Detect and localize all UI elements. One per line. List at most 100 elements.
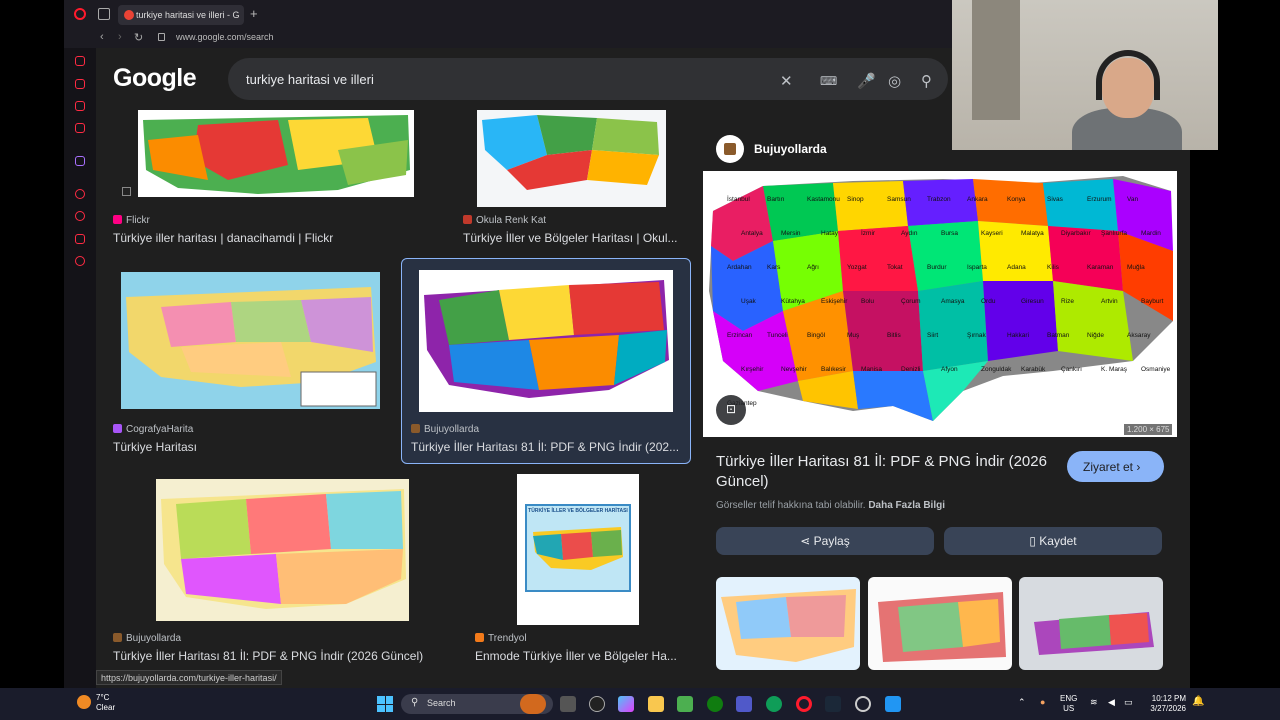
province-label: Erzincan bbox=[727, 332, 753, 339]
result-title-5[interactable]: Türkiye İller Haritası 81 İl: PDF & PNG … bbox=[113, 649, 443, 663]
forward-icon[interactable]: › bbox=[118, 31, 122, 43]
copilot-icon[interactable] bbox=[618, 696, 634, 712]
weather-icon[interactable] bbox=[77, 695, 91, 709]
result-title-4[interactable]: Türkiye İller Haritası 81 İl: PDF & PNG … bbox=[411, 440, 681, 454]
province-label: Kayseri bbox=[981, 230, 1003, 237]
trendyol-favicon-icon bbox=[475, 633, 484, 642]
province-label: Konya bbox=[1007, 196, 1026, 203]
related-image-2[interactable] bbox=[868, 577, 1012, 670]
opera-logo-icon[interactable] bbox=[74, 8, 86, 20]
province-label: Uşak bbox=[741, 298, 757, 305]
province-label: Burdur bbox=[927, 264, 947, 271]
opera-taskbar-icon[interactable] bbox=[796, 696, 812, 712]
keyboard-icon[interactable]: ⌨ bbox=[820, 74, 837, 88]
history-icon[interactable] bbox=[75, 211, 85, 221]
search-highlight-icon[interactable] bbox=[520, 694, 546, 714]
more-info-link[interactable]: Daha Fazla Bilgi bbox=[868, 500, 945, 511]
result-source-4[interactable]: Bujuyollarda bbox=[411, 424, 479, 435]
result-image-3[interactable] bbox=[121, 272, 380, 409]
result-source-label: Bujuyollarda bbox=[126, 633, 182, 644]
province-label: Kilis bbox=[1047, 264, 1060, 271]
weather-widget[interactable]: 7°C Clear bbox=[96, 693, 115, 713]
dell-icon[interactable] bbox=[589, 696, 605, 712]
google-logo[interactable]: Google bbox=[113, 64, 197, 93]
result-source-3[interactable]: CografyaHarita bbox=[113, 424, 193, 435]
search-query[interactable]: turkiye haritasi ve illeri bbox=[246, 72, 374, 87]
obs-icon[interactable] bbox=[855, 696, 871, 712]
result-source-5[interactable]: Bujuyollarda bbox=[113, 633, 181, 644]
language-indicator[interactable]: ENG US bbox=[1060, 694, 1077, 714]
messenger-icon[interactable] bbox=[75, 101, 85, 111]
province-label: Diyarbakır bbox=[1061, 230, 1091, 237]
new-tab-icon[interactable]: + bbox=[250, 6, 258, 21]
related-image-3[interactable] bbox=[1019, 577, 1163, 670]
store-icon[interactable] bbox=[677, 696, 693, 712]
result-title-1[interactable]: Türkiye iller haritası | danacihamdi | F… bbox=[113, 231, 393, 245]
province-label: Karabük bbox=[1021, 366, 1046, 373]
shield-app-icon[interactable] bbox=[885, 696, 901, 712]
notification-bell-icon[interactable]: 🔔 bbox=[1192, 697, 1204, 707]
lock-icon[interactable] bbox=[158, 33, 165, 41]
xbox-icon[interactable] bbox=[707, 696, 723, 712]
windows-start-icon[interactable] bbox=[377, 696, 393, 712]
url-text[interactable]: www.google.com/search bbox=[176, 32, 274, 42]
file-explorer-icon[interactable] bbox=[648, 696, 664, 712]
player-icon[interactable] bbox=[75, 189, 85, 199]
twitch-icon[interactable] bbox=[75, 156, 85, 166]
reload-icon[interactable]: ↻ bbox=[134, 31, 143, 44]
lens-search-button[interactable]: ⊡ bbox=[716, 395, 746, 425]
share-button[interactable]: ⋖ Paylaş bbox=[716, 527, 934, 555]
province-label: Tunceli bbox=[767, 332, 788, 339]
result-source-2[interactable]: Okula Renk Kat bbox=[463, 215, 546, 226]
aria-icon[interactable] bbox=[75, 56, 85, 66]
microphone-tray-icon[interactable]: ● bbox=[1040, 697, 1045, 707]
volume-icon[interactable]: ◀ bbox=[1108, 697, 1115, 707]
province-label: Mardin bbox=[1141, 230, 1161, 237]
poster-caption: TÜRKİYE İLLER VE BÖLGELER HARİTASI bbox=[528, 508, 628, 514]
edge-icon[interactable] bbox=[766, 696, 782, 712]
preview-title[interactable]: Türkiye İller Haritası 81 İl: PDF & PNG … bbox=[716, 452, 1056, 492]
result-image-1[interactable] bbox=[138, 110, 414, 197]
task-view-icon[interactable] bbox=[560, 696, 576, 712]
settings-icon[interactable] bbox=[75, 256, 85, 266]
province-label: Ardahan bbox=[727, 264, 752, 271]
preview-source-name[interactable]: Bujuyollarda bbox=[754, 142, 827, 156]
province-label: Eskişehir bbox=[821, 298, 848, 305]
steam-icon[interactable] bbox=[825, 696, 841, 712]
visit-button[interactable]: Ziyaret et › bbox=[1067, 451, 1164, 482]
battery-icon[interactable]: ▭ bbox=[1124, 697, 1133, 707]
preview-image[interactable]: İstanbul Bartın Kastamonu Sinop Samsun Trabzo… bbox=[703, 171, 1177, 437]
province-label: Sinop bbox=[847, 196, 864, 203]
lens-icon[interactable]: ◎ bbox=[888, 72, 901, 90]
related-image-1[interactable] bbox=[716, 577, 860, 670]
tab-active[interactable]: turkiye haritasi ve illeri - G bbox=[118, 5, 244, 25]
result-image-4[interactable] bbox=[419, 270, 673, 412]
taskbar-search-icon: ⚲ bbox=[411, 697, 419, 708]
music-icon[interactable] bbox=[75, 123, 85, 133]
result-title-6[interactable]: Enmode Türkiye İller ve Bölgeler Ha... bbox=[475, 649, 680, 663]
tray-overflow-icon[interactable]: ⌃ bbox=[1018, 697, 1026, 707]
result-image-5[interactable] bbox=[156, 479, 409, 621]
province-label: Ağrı bbox=[807, 264, 819, 271]
result-image-2[interactable] bbox=[477, 110, 666, 207]
clear-search-icon[interactable]: ✕ bbox=[780, 72, 793, 90]
wifi-icon[interactable]: ≋ bbox=[1090, 697, 1098, 707]
microphone-icon[interactable]: 🎤 bbox=[857, 72, 876, 90]
result-source-6[interactable]: Trendyol bbox=[475, 633, 527, 644]
result-source-1[interactable]: Flickr bbox=[113, 215, 150, 226]
extensions-icon[interactable] bbox=[75, 234, 85, 244]
source-avatar[interactable] bbox=[716, 135, 744, 163]
tab-islands-icon[interactable] bbox=[98, 8, 110, 20]
result-title-2[interactable]: Türkiye İller ve Bölgeler Haritası | Oku… bbox=[463, 231, 678, 245]
search-icon[interactable]: ⚲ bbox=[921, 72, 932, 90]
result-image-6[interactable]: TÜRKİYE İLLER VE BÖLGELER HARİTASI bbox=[517, 474, 639, 625]
result-title-3[interactable]: Türkiye Haritası bbox=[113, 440, 383, 454]
shopping-icon[interactable] bbox=[75, 79, 85, 89]
back-icon[interactable]: ‹ bbox=[100, 31, 104, 43]
save-button[interactable]: ▯ Kaydet bbox=[944, 527, 1162, 555]
province-label: Bartın bbox=[767, 196, 785, 203]
teams-icon[interactable] bbox=[736, 696, 752, 712]
clock[interactable]: 10:12 PM 3/27/2026 bbox=[1146, 694, 1186, 714]
province-label: Denizli bbox=[901, 366, 921, 373]
province-label: Bursa bbox=[941, 230, 958, 237]
